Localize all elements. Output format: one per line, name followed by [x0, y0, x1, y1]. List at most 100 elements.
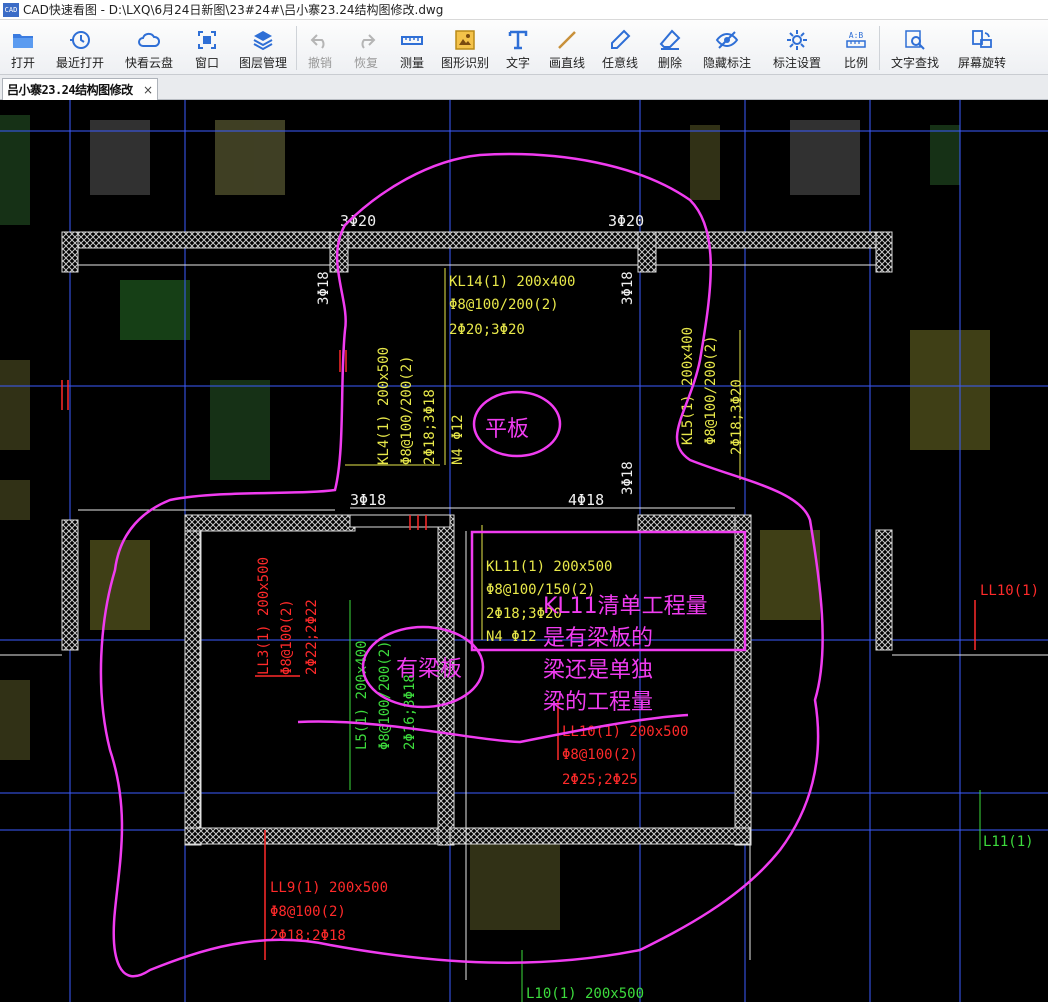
redo-button[interactable]: 恢复 [343, 20, 389, 75]
delete-label: 删除 [657, 56, 682, 70]
svg-text:Φ8@100(2): Φ8@100(2) [270, 904, 346, 920]
open-button[interactable]: 打开 [0, 20, 46, 75]
scale-button[interactable]: A:B 比例 [833, 20, 879, 75]
screen-rotate-label: 屏幕旋转 [957, 56, 1006, 70]
svg-text:Φ8@100(2): Φ8@100(2) [279, 599, 295, 675]
beam-slab-label: 有梁板 [396, 657, 462, 682]
window-button[interactable]: 窗口 [184, 20, 230, 75]
drawing-canvas[interactable]: 3Φ20 3Φ20 3Φ18 3Φ18 3Φ18 3Φ18 4Φ18 KL14(… [0, 100, 1048, 1002]
document-tab-bar: 吕小寨23.24结构图修改 × [0, 75, 1048, 100]
text-t-icon [508, 30, 528, 50]
scale-ratio-icon: A:B [846, 31, 866, 48]
rebar-mid-right: 4Φ18 [568, 491, 604, 509]
text-button[interactable]: 文字 [495, 20, 541, 75]
pen-icon [611, 29, 631, 49]
rebar-right-vert: 3Φ18 [620, 271, 636, 305]
svg-text:LL9(1) 200x500: LL9(1) 200x500 [270, 880, 388, 896]
svg-text:A:B: A:B [849, 31, 864, 40]
screen-rotate-icon [972, 30, 992, 48]
hide-annotation-button[interactable]: 隐藏标注 [693, 20, 761, 75]
window-titlebar: CAD CAD快速看图 - D:\LXQ\6月24日新图\23#24#\吕小寨2… [0, 0, 1048, 20]
rebar-left-vert: 3Φ18 [316, 271, 332, 305]
window-frame-icon [198, 31, 216, 49]
app-logo-icon: CAD [3, 2, 19, 17]
svg-text:LL3(1) 200x500: LL3(1) 200x500 [256, 557, 272, 675]
ll10-right-label: LL10(1) [980, 583, 1039, 599]
measure-label: 测量 [399, 56, 424, 70]
kl4-label: KL4(1) 200x500 Φ8@100/200(2) 2Φ18;3Φ18 N… [376, 347, 466, 465]
text-label: 文字 [505, 56, 530, 70]
measure-button[interactable]: 测量 [389, 20, 435, 75]
rebar-mid-right-vert: 3Φ18 [620, 461, 636, 495]
svg-text:Φ8@100/200(2): Φ8@100/200(2) [399, 355, 415, 465]
shape-recognition-button[interactable]: 图形识别 [435, 20, 495, 75]
hide-annotation-label: 隐藏标注 [702, 56, 751, 70]
gear-annotation-icon [787, 30, 807, 50]
scale-label: 比例 [843, 56, 868, 70]
rebar-top-right: 3Φ20 [608, 212, 644, 230]
svg-text:N4 Φ12: N4 Φ12 [450, 414, 466, 465]
svg-text:2Φ18;3Φ18: 2Φ18;3Φ18 [422, 389, 438, 465]
svg-text:KL4(1) 200x500: KL4(1) 200x500 [376, 347, 392, 465]
rebar-top-left: 3Φ20 [340, 212, 376, 230]
question-line-2: 是有梁板的 [543, 626, 653, 651]
svg-text:2Φ18;3Φ20: 2Φ18;3Φ20 [729, 379, 745, 455]
ruler-icon [401, 36, 423, 45]
recent-open-button[interactable]: 最近打开 [46, 20, 114, 75]
layers-icon [253, 31, 273, 51]
ll10-mid-label: LL10(1) 200x500 Φ8@100(2) 2Φ25;2Φ25 [562, 724, 688, 788]
cloud-icon [138, 32, 161, 47]
ll3-label: LL3(1) 200x500 Φ8@100(2) 2Φ22;2Φ22 [256, 557, 320, 675]
free-line-label: 任意线 [601, 56, 638, 70]
rebar-mid-left: 3Φ18 [350, 491, 386, 509]
flat-slab-label: 平板 [485, 417, 529, 442]
window-label: 窗口 [194, 56, 219, 70]
svg-text:L5(1) 200x400: L5(1) 200x400 [354, 640, 370, 750]
annotation-settings-button[interactable]: 标注设置 [761, 20, 833, 75]
undo-button[interactable]: 撤销 [297, 20, 343, 75]
shape-recognition-label: 图形识别 [440, 56, 489, 70]
window-title: CAD快速看图 - D:\LXQ\6月24日新图\23#24#\吕小寨23.24… [23, 3, 444, 17]
svg-text:LL10(1) 200x500: LL10(1) 200x500 [562, 724, 688, 740]
layer-manager-button[interactable]: 图层管理 [230, 20, 296, 75]
kl14-label: KL14(1) 200x400 Φ8@100/200(2) 2Φ20;3Φ20 [449, 274, 575, 338]
recent-open-label: 最近打开 [55, 56, 104, 70]
svg-text:2Φ16;3Φ18: 2Φ16;3Φ18 [402, 674, 418, 750]
cloud-drive-label: 快看云盘 [124, 56, 173, 70]
svg-text:N4 Φ12: N4 Φ12 [486, 629, 537, 645]
search-text-icon [905, 30, 925, 50]
svg-text:Φ8@100(2): Φ8@100(2) [562, 747, 638, 763]
line-icon [558, 31, 576, 49]
question-line-3: 梁还是单独 [543, 658, 653, 683]
svg-text:2Φ22;2Φ22: 2Φ22;2Φ22 [304, 599, 320, 675]
document-tab[interactable]: 吕小寨23.24结构图修改 × [2, 78, 158, 100]
svg-text:2Φ20;3Φ20: 2Φ20;3Φ20 [449, 322, 525, 338]
layer-manager-label: 图层管理 [238, 56, 287, 70]
folder-icon [13, 34, 33, 48]
close-icon[interactable]: × [143, 83, 153, 97]
redo-icon [361, 34, 376, 49]
question-line-4: 梁的工程量 [543, 690, 653, 715]
free-line-button[interactable]: 任意线 [593, 20, 647, 75]
find-text-label: 文字查找 [890, 56, 939, 70]
open-button-label: 打开 [10, 56, 35, 70]
svg-text:2Φ25;2Φ25: 2Φ25;2Φ25 [562, 772, 638, 788]
find-text-button[interactable]: 文字查找 [880, 20, 950, 75]
l10-bottom-label: L10(1) 200x500 [526, 986, 644, 1002]
clock-history-icon [70, 31, 90, 49]
eye-hidden-icon [715, 31, 739, 49]
svg-text:Φ8@100/200(2): Φ8@100/200(2) [449, 297, 559, 313]
delete-button[interactable]: 删除 [647, 20, 693, 75]
svg-text:KL14(1) 200x400: KL14(1) 200x400 [449, 274, 575, 290]
redo-label: 恢复 [353, 56, 378, 70]
cloud-drive-button[interactable]: 快看云盘 [114, 20, 184, 75]
shape-recognition-icon [455, 30, 475, 50]
screen-rotate-button[interactable]: 屏幕旋转 [950, 20, 1014, 75]
draw-line-label: 画直线 [548, 56, 585, 70]
svg-text:KL11(1) 200x500: KL11(1) 200x500 [486, 559, 612, 575]
draw-line-button[interactable]: 画直线 [541, 20, 593, 75]
l11-label: L11(1) [983, 834, 1034, 850]
ll9-label: LL9(1) 200x500 Φ8@100(2) 2Φ18;2Φ18 [270, 880, 388, 944]
annotation-settings-label: 标注设置 [772, 56, 821, 70]
eraser-icon [659, 29, 681, 50]
